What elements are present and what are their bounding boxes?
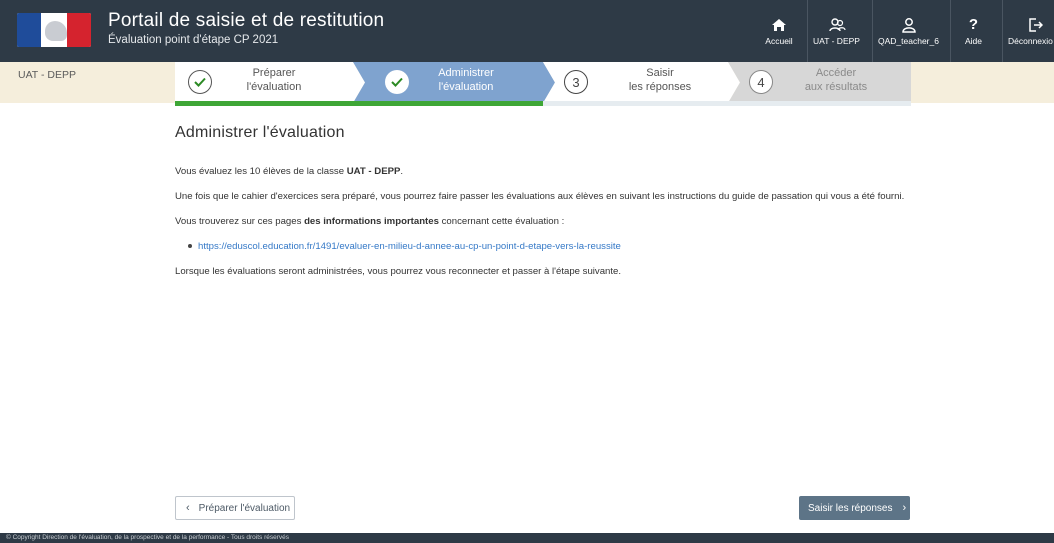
nav-label: Aide bbox=[964, 36, 982, 46]
step-1-line2: l'évaluation bbox=[246, 81, 302, 93]
help-icon: ? bbox=[968, 16, 979, 33]
class-info-paragraph: Vous évaluez les 10 élèves de la classe … bbox=[175, 166, 955, 178]
nav-help[interactable]: ? Aide bbox=[950, 0, 996, 62]
step-4-line1: Accéder bbox=[815, 67, 857, 79]
nav-label: QAD_teacher_6 bbox=[878, 36, 939, 46]
step-1-line1: Préparer bbox=[252, 67, 296, 79]
nav-accueil[interactable]: Accueil bbox=[758, 0, 800, 62]
app-title: Portail de saisie et de restitution bbox=[108, 10, 385, 31]
step-bar: UAT - DEPP bbox=[0, 62, 1054, 103]
logo-flag-red bbox=[67, 13, 91, 47]
logo-marianne-profile bbox=[45, 21, 67, 41]
step-4-number-badge: 4 bbox=[749, 70, 773, 94]
main-content: Administrer l'évaluation Vous évaluez le… bbox=[175, 124, 955, 291]
step-1-label[interactable]: Préparer l'évaluation bbox=[220, 66, 328, 94]
next-step-button[interactable]: Saisir les réponses › bbox=[799, 496, 910, 520]
page-title: Administrer l'évaluation bbox=[175, 124, 345, 141]
chevron-left-icon: ‹ bbox=[186, 502, 190, 514]
step-4-label: Accéder aux résultats bbox=[781, 66, 891, 94]
top-header: Portail de saisie et de restitution Éval… bbox=[0, 0, 1054, 62]
nav-class[interactable]: UAT - DEPP bbox=[807, 0, 865, 62]
info-paragraph: Vous trouverez sur ces pages des informa… bbox=[175, 216, 955, 228]
previous-step-button[interactable]: ‹ Préparer l'évaluation bbox=[175, 496, 295, 520]
step-3-number: 3 bbox=[572, 74, 580, 90]
chevron-right-icon: › bbox=[902, 502, 907, 514]
step-4-number: 4 bbox=[757, 74, 765, 90]
users-icon bbox=[828, 16, 846, 34]
nav-label: Déconnexio bbox=[1008, 36, 1053, 46]
home-icon bbox=[770, 16, 788, 34]
nav-label: Accueil bbox=[765, 36, 793, 46]
p3-prefix: Vous trouverez sur ces pages bbox=[175, 216, 305, 227]
title-block: Portail de saisie et de restitution Éval… bbox=[108, 10, 384, 48]
footer: © Copyright Direction de l'évaluation, d… bbox=[0, 533, 1054, 543]
copyright-text: © Copyright Direction de l'évaluation, d… bbox=[6, 534, 290, 541]
step-3-line1: Saisir bbox=[646, 67, 674, 79]
step-4-line2: aux résultats bbox=[804, 81, 868, 93]
step-3-line2: les réponses bbox=[628, 81, 692, 93]
next-step-paragraph: Lorsque les évaluations seront administr… bbox=[175, 266, 622, 277]
nav-label: UAT - DEPP bbox=[813, 36, 860, 46]
republique-francaise-logo[interactable] bbox=[17, 13, 91, 47]
step-2-check-icon bbox=[385, 70, 409, 94]
next-step-label: Saisir les réponses bbox=[808, 502, 893, 514]
step-2-line2: l'évaluation bbox=[438, 81, 494, 93]
p3-bold: des informations importantes bbox=[304, 216, 439, 227]
step-1-check-icon bbox=[188, 70, 212, 94]
nav-logout[interactable]: Déconnexio bbox=[1002, 0, 1054, 62]
p1-class: UAT - DEPP bbox=[346, 166, 401, 177]
p1-prefix: Vous évaluez les 10 élèves de la classe bbox=[175, 166, 347, 177]
bullet bbox=[188, 244, 192, 249]
p3-suffix: concernant cette évaluation : bbox=[438, 216, 565, 227]
eduscol-link[interactable]: https://eduscol.education.fr/1491/evalue… bbox=[198, 241, 621, 252]
nav-user[interactable]: QAD_teacher_6 bbox=[872, 0, 944, 62]
progress-remaining-bar bbox=[543, 101, 911, 106]
logout-icon bbox=[1026, 16, 1044, 34]
step-3-number-badge: 3 bbox=[564, 70, 588, 94]
p1-suffix: . bbox=[400, 166, 404, 177]
step-3-label[interactable]: Saisir les réponses bbox=[600, 66, 720, 94]
app-subtitle: Évaluation point d'étape CP 2021 bbox=[108, 34, 279, 46]
class-label: UAT - DEPP bbox=[18, 69, 76, 81]
previous-step-label: Préparer l'évaluation bbox=[198, 502, 291, 514]
logo-flag-blue bbox=[17, 13, 41, 47]
step-2-label[interactable]: Administrer l'évaluation bbox=[412, 66, 520, 94]
step-2-line1: Administrer bbox=[438, 67, 494, 79]
instructions-paragraph: Une fois que le cahier d'exercices sera … bbox=[175, 191, 905, 202]
progress-done-bar bbox=[175, 101, 543, 106]
resource-list-item: https://eduscol.education.fr/1491/evalue… bbox=[188, 241, 955, 253]
user-icon bbox=[900, 16, 918, 34]
